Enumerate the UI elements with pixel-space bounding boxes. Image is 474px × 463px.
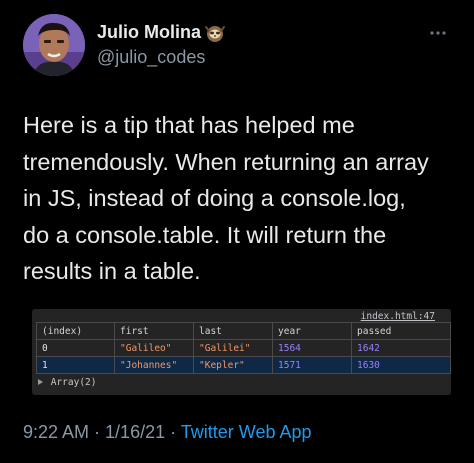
tweet-line: Here is a tip that has helped me (23, 112, 355, 138)
table-row[interactable]: 0 "Galileo" "Galilei" 1564 1642 (36, 339, 451, 357)
tweet-time[interactable]: 9:22 AM (23, 422, 89, 442)
table-cell: "Galilei" (193, 339, 273, 357)
display-name[interactable]: Julio Molina (97, 22, 201, 43)
avatar[interactable] (23, 14, 85, 76)
table-cell: "Galileo" (114, 339, 194, 357)
tweet-meta: 9:22 AM · 1/16/21 · Twitter Web App (23, 422, 312, 443)
source-app-link[interactable]: Twitter Web App (181, 422, 312, 442)
table-cell: 1 (36, 356, 115, 374)
tweet-line: in JS, instead of doing a console.log, (23, 185, 406, 211)
tweet-line: results in a table. (23, 258, 201, 284)
column-header[interactable]: passed (351, 322, 451, 340)
table-cell: 1642 (351, 339, 451, 357)
console-screenshot: index.html:47 (index) first last year pa… (32, 309, 451, 395)
table-header-row: (index) first last year passed (36, 322, 451, 340)
table-row[interactable]: 1 "Johannes" "Kepler" 1571 1630 (36, 356, 451, 374)
tweet-line: do a console.table. It will return the (23, 221, 387, 248)
table-cell: 1571 (272, 356, 352, 374)
table-cell: "Kepler" (193, 356, 273, 374)
tweet-date[interactable]: 1/16/21 (105, 422, 165, 442)
tweet-line: tremendously. When returning an array (23, 148, 429, 175)
table-cell: "Johannes" (114, 356, 194, 374)
table-cell: 1630 (351, 356, 451, 374)
array-expander[interactable]: Array(2) (38, 377, 97, 388)
console-table: (index) first last year passed 0 "Galile… (36, 322, 451, 374)
column-header[interactable]: first (114, 322, 194, 340)
table-cell: 1564 (272, 339, 352, 357)
disclosure-triangle-icon (38, 379, 43, 385)
table-cell: 0 (36, 339, 115, 357)
avatar-image (23, 14, 85, 76)
source-link[interactable]: index.html:47 (361, 311, 435, 322)
more-icon[interactable] (429, 30, 447, 36)
column-header[interactable]: year (272, 322, 352, 340)
sloth-icon (205, 26, 225, 42)
tweet-text: Here is a tip that has helped me tremend… (23, 107, 463, 290)
column-header[interactable]: (index) (36, 322, 115, 340)
column-header[interactable]: last (193, 322, 273, 340)
meta-separator: · (165, 422, 181, 442)
meta-separator: · (89, 422, 106, 442)
array-label: Array(2) (50, 377, 97, 388)
handle[interactable]: @julio_codes (97, 47, 205, 68)
